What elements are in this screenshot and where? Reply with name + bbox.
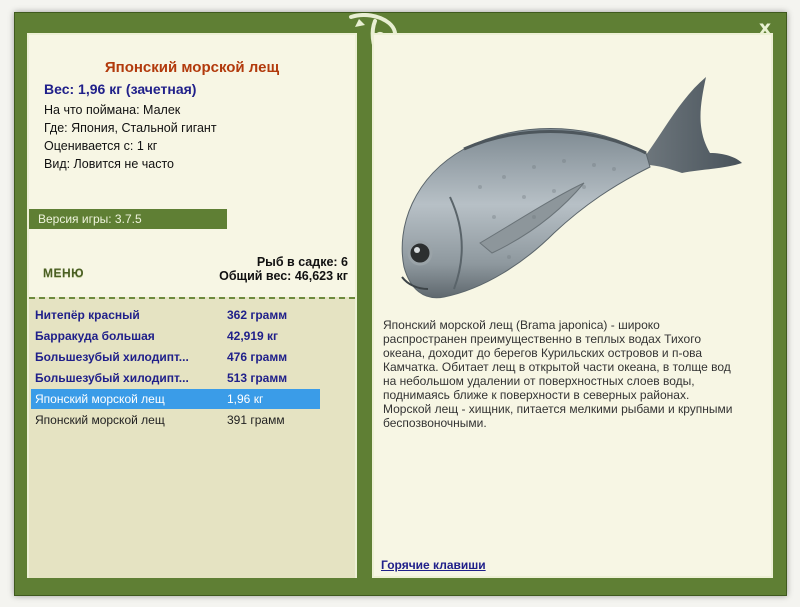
list-item-weight: 513 грамм [227,371,288,385]
dialog-frame: x Японский морской лещ Вес: 1,96 кг (зач… [14,12,787,596]
list-item-weight: 42,919 кг [227,329,279,343]
menu-button[interactable]: МЕНЮ [43,266,84,280]
list-item[interactable]: Барракуда большая 42,919 кг [31,326,320,346]
fish-details-panel: Японский морской лещ (Brama japonica) - … [372,33,773,578]
info-valued-from: Оценивается с: 1 кг [44,139,158,153]
hotkeys-link[interactable]: Горячие клавиши [381,558,486,572]
list-item-name: Японский морской лещ [35,392,165,406]
fish-description: Японский морской лещ (Brama japonica) - … [383,318,733,430]
game-version: Версия игры: 3.7.5 [29,209,227,229]
keepnet-count: Рыб в садке: 6 [256,255,348,269]
info-location: Где: Япония, Стальной гигант [44,121,217,135]
list-item-name: Большезубый хилодипт... [35,350,189,364]
list-item-name: Барракуда большая [35,329,155,343]
list-item-weight: 362 грамм [227,308,288,322]
list-item-weight: 391 грамм [227,413,285,427]
fish-info-panel: Японский морской лещ Вес: 1,96 кг (зачет… [27,33,357,578]
list-item[interactable]: Большезубый хилодипт... 513 грамм [31,368,320,388]
info-bait: На что поймана: Малек [44,103,181,117]
list-item-name: Японский морской лещ [35,413,165,427]
fish-weight: Вес: 1,96 кг (зачетная) [44,81,197,97]
fish-image [401,77,742,299]
list-item-weight: 1,96 кг [227,392,264,406]
list-item-name: Большезубый хилодипт... [35,371,189,385]
list-item[interactable]: Японский морской лещ 391 грамм [31,410,320,430]
total-weight: Общий вес: 46,623 кг [219,269,348,283]
list-item-name: Нитепёр красный [35,308,140,322]
info-rarity: Вид: Ловится не часто [44,157,174,171]
list-item-selected[interactable]: Японский морской лещ 1,96 кг [31,389,320,409]
list-item-weight: 476 грамм [227,350,288,364]
list-item[interactable]: Большезубый хилодипт... 476 грамм [31,347,320,367]
fish-title: Японский морской лещ [104,59,280,76]
catch-list: Нитепёр красный 362 грамм Барракуда боль… [29,297,355,578]
list-item[interactable]: Нитепёр красный 362 грамм [31,305,320,325]
